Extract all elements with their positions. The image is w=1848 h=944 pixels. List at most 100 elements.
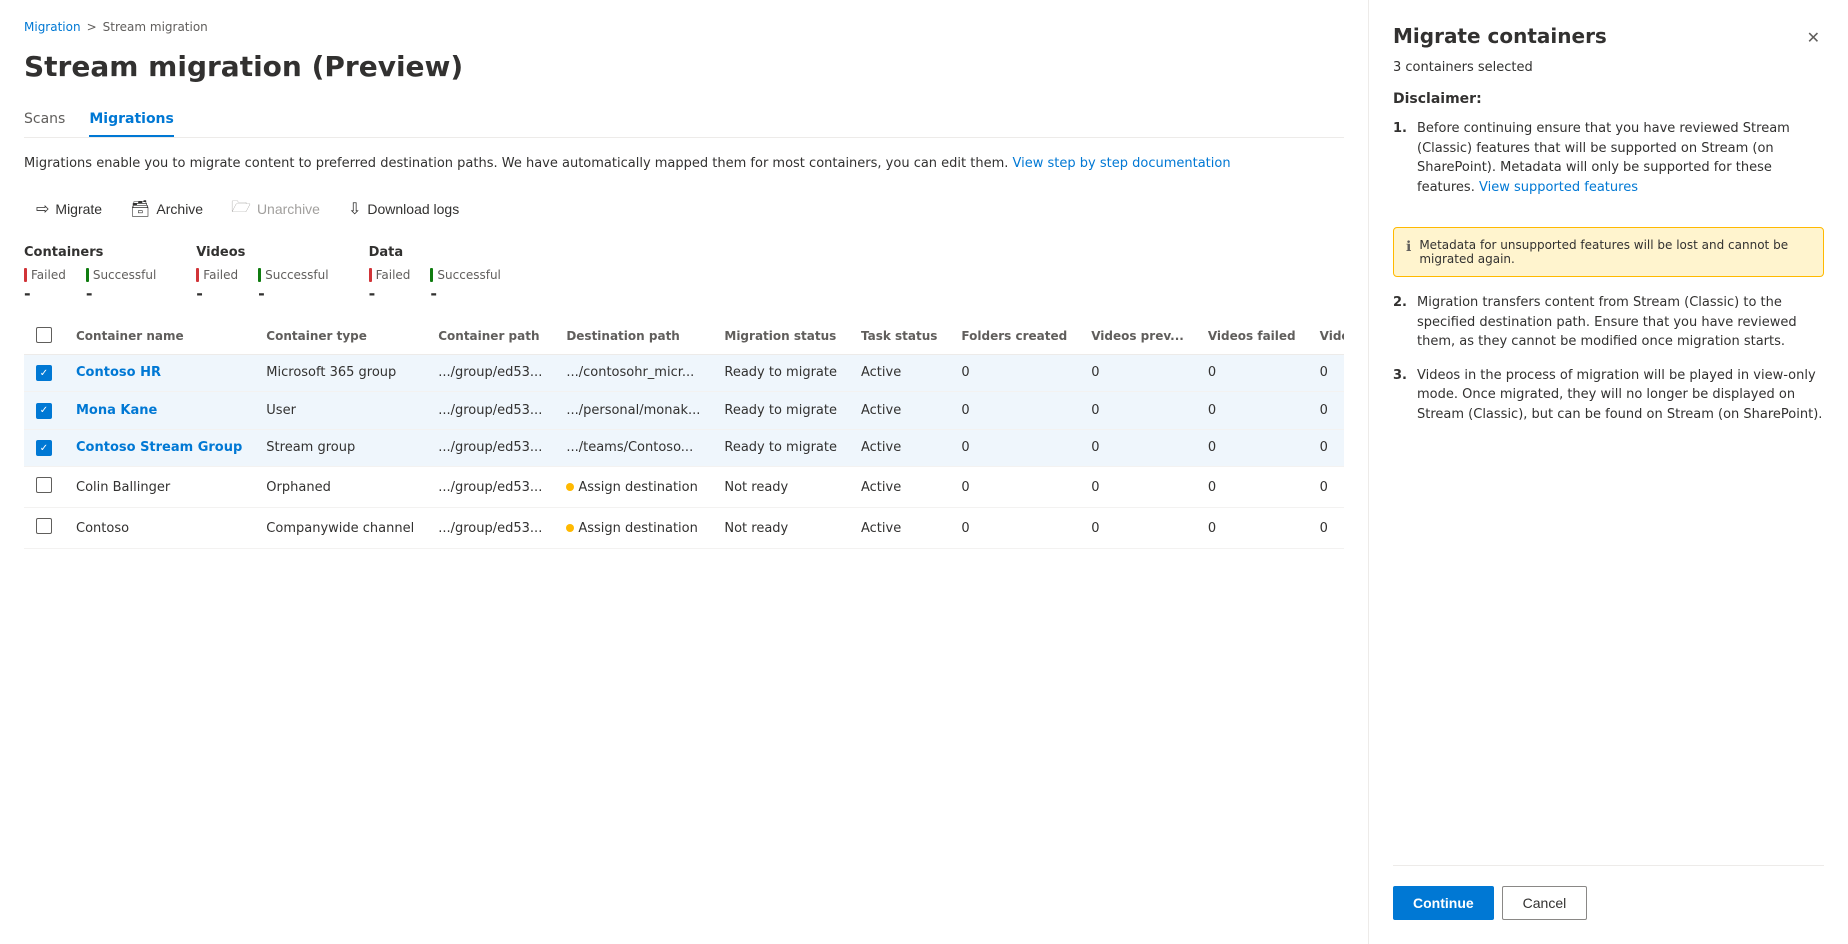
cell-type: Microsoft 365 group (254, 354, 426, 392)
videos-stats: Videos Failed - Successful - (196, 245, 328, 303)
continue-button[interactable]: Continue (1393, 886, 1494, 920)
cell-destination_path: .../personal/monak... (554, 392, 712, 430)
cell-videos_prev: 0 (1079, 467, 1196, 508)
cell-container_path: .../group/ed53... (426, 392, 554, 430)
archive-button[interactable]: 🗃 Archive (118, 193, 215, 225)
videos-successful-stat: Successful - (258, 268, 328, 303)
table-row[interactable]: ✓Contoso Stream GroupStream group.../gro… (24, 429, 1344, 467)
breadcrumb-parent[interactable]: Migration (24, 20, 81, 34)
cell-task_status: Active (849, 508, 949, 549)
table-row[interactable]: ✓Mona KaneUser.../group/ed53....../perso… (24, 392, 1344, 430)
warning-banner: ℹ Metadata for unsupported features will… (1393, 227, 1824, 277)
cancel-button[interactable]: Cancel (1502, 886, 1588, 920)
cell-videos_failed: 0 (1196, 392, 1308, 430)
migrate-icon: ⇨ (36, 199, 49, 219)
unarchive-icon: 🗁 (231, 196, 251, 223)
cell-task_status: Active (849, 429, 949, 467)
main-content: Migration > Stream migration Stream migr… (0, 0, 1368, 944)
cell-destination_path: .../teams/Contoso... (554, 429, 712, 467)
side-panel-header: Migrate containers ✕ (1393, 24, 1824, 52)
containers-failed-stat: Failed - (24, 268, 66, 303)
side-panel: Migrate containers ✕ 3 containers select… (1368, 0, 1848, 944)
stats-section: Containers Failed - Successful - Videos … (24, 245, 1344, 303)
disclaimer-list: 1. Before continuing ensure that you hav… (1393, 119, 1824, 211)
disclaimer-item-3: 3. Videos in the process of migration wi… (1393, 366, 1824, 425)
cell-videos_succ: 0 (1308, 467, 1344, 508)
cell-videos_prev: 0 (1079, 508, 1196, 549)
select-all-checkbox[interactable] (36, 327, 52, 343)
cell-migration_status: Ready to migrate (712, 429, 849, 467)
migrate-button[interactable]: ⇨ Migrate (24, 193, 114, 225)
data-stats: Data Failed - Successful - (369, 245, 501, 303)
row-checkbox-1[interactable]: ✓ (36, 403, 52, 419)
warning-text: Metadata for unsupported features will b… (1419, 238, 1811, 266)
cell-folders_created: 0 (949, 508, 1079, 549)
disclaimer-title: Disclaimer: (1393, 91, 1824, 107)
tab-scans[interactable]: Scans (24, 103, 65, 137)
cell-container_path: .../group/ed53... (426, 429, 554, 467)
cell-folders_created: 0 (949, 392, 1079, 430)
breadcrumb-sep: > (87, 20, 97, 34)
cell-container_path: .../group/ed53... (426, 508, 554, 549)
cell-name: Contoso (64, 508, 254, 549)
table-row[interactable]: Colin BallingerOrphaned.../group/ed53...… (24, 467, 1344, 508)
cell-folders_created: 0 (949, 467, 1079, 508)
cell-name: Contoso Stream Group (64, 429, 254, 467)
containers-stats: Containers Failed - Successful - (24, 245, 156, 303)
cell-videos_failed: 0 (1196, 429, 1308, 467)
view-docs-link[interactable]: View step by step documentation (1013, 156, 1231, 171)
row-checkbox-0[interactable]: ✓ (36, 365, 52, 381)
cell-videos_succ: 0 (1308, 508, 1344, 549)
cell-videos_failed: 0 (1196, 508, 1308, 549)
page-title: Stream migration (Preview) (24, 50, 1344, 83)
disclaimer-num-2: 2. (1393, 293, 1409, 352)
cell-folders_created: 0 (949, 354, 1079, 392)
disclaimer-text-3: Videos in the process of migration will … (1417, 366, 1824, 425)
data-successful-stat: Successful - (430, 268, 500, 303)
th-videos-prev: Videos prev... (1079, 319, 1196, 355)
cell-type: Companywide channel (254, 508, 426, 549)
download-icon: ⇩ (348, 199, 361, 219)
cell-container_path: .../group/ed53... (426, 467, 554, 508)
row-checkbox-3[interactable] (36, 477, 52, 493)
cell-folders_created: 0 (949, 429, 1079, 467)
th-destination-path: Destination path (554, 319, 712, 355)
cell-videos_failed: 0 (1196, 467, 1308, 508)
warning-dot (566, 483, 574, 491)
unarchive-button[interactable]: 🗁 Unarchive (219, 190, 332, 229)
disclaimer-num-1: 1. (1393, 119, 1409, 197)
table-row[interactable]: ✓Contoso HRMicrosoft 365 group.../group/… (24, 354, 1344, 392)
cell-videos_succ: 0 (1308, 429, 1344, 467)
th-folders-created: Folders created (949, 319, 1079, 355)
th-videos-failed: Videos failed (1196, 319, 1308, 355)
cell-name: Mona Kane (64, 392, 254, 430)
tab-migrations[interactable]: Migrations (89, 103, 174, 137)
disclaimer-num-3: 3. (1393, 366, 1409, 425)
warning-icon: ℹ (1406, 239, 1411, 255)
side-panel-title: Migrate containers (1393, 24, 1607, 48)
cell-migration_status: Not ready (712, 467, 849, 508)
cell-destination_path: Assign destination (554, 508, 712, 549)
cell-container_path: .../group/ed53... (426, 354, 554, 392)
download-logs-button[interactable]: ⇩ Download logs (336, 193, 471, 225)
row-checkbox-2[interactable]: ✓ (36, 440, 52, 456)
cell-type: Orphaned (254, 467, 426, 508)
selected-count: 3 containers selected (1393, 60, 1824, 75)
close-panel-button[interactable]: ✕ (1803, 24, 1824, 52)
cell-destination_path: .../contosohr_micr... (554, 354, 712, 392)
cell-task_status: Active (849, 392, 949, 430)
panel-footer: Continue Cancel (1393, 865, 1824, 920)
row-checkbox-4[interactable] (36, 518, 52, 534)
cell-videos_prev: 0 (1079, 354, 1196, 392)
th-checkbox[interactable] (24, 319, 64, 355)
cell-migration_status: Ready to migrate (712, 354, 849, 392)
warning-dot (566, 524, 574, 532)
th-task-status: Task status (849, 319, 949, 355)
cell-migration_status: Not ready (712, 508, 849, 549)
table-row[interactable]: ContosoCompanywide channel.../group/ed53… (24, 508, 1344, 549)
tabs-container: Scans Migrations (24, 103, 1344, 138)
migrations-table: Container name Container type Container … (24, 319, 1344, 550)
toolbar: ⇨ Migrate 🗃 Archive 🗁 Unarchive ⇩ Downlo… (24, 190, 1344, 229)
breadcrumb: Migration > Stream migration (24, 20, 1344, 34)
view-supported-features-link[interactable]: View supported features (1479, 180, 1638, 195)
